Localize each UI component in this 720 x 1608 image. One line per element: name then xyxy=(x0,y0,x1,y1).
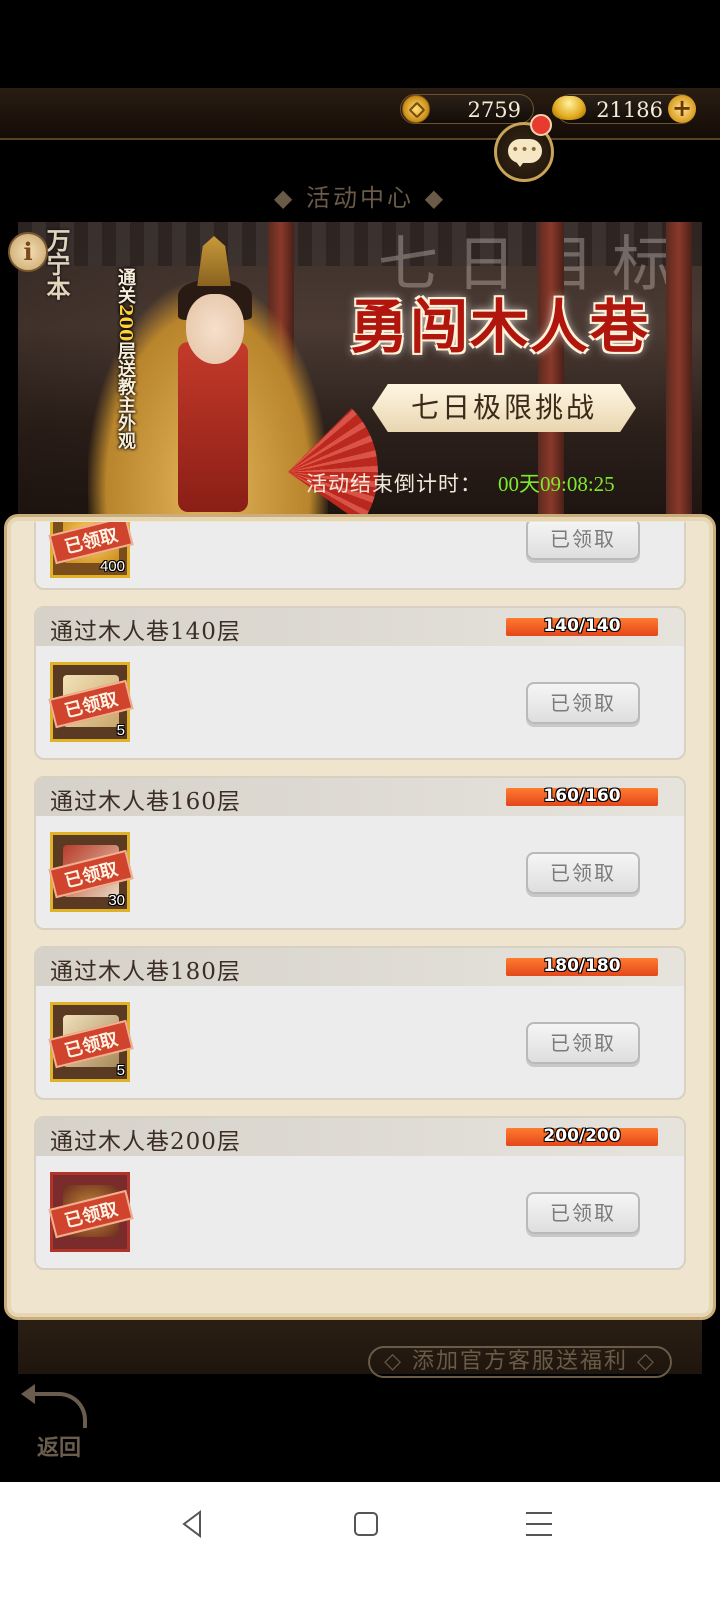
promo-vertical-text: 通关200层送教主外观 xyxy=(115,268,136,450)
task-progress-bar: 140/140 xyxy=(506,616,658,636)
back-label: 返回 xyxy=(36,1435,81,1461)
countdown-label: 活动结束倒计时： xyxy=(306,472,482,496)
reward-quantity: 30 xyxy=(108,892,125,909)
task-progress-bar: 200/200 xyxy=(506,1126,658,1146)
reward-item[interactable]: 已领取 xyxy=(48,1172,134,1252)
claimed-button[interactable]: 已领取 xyxy=(526,1022,640,1064)
screen: 2759 21186 + ••• ◆ 活动中心 ◆ 七日目标 万宁本 通关200… xyxy=(0,0,720,1608)
task-row: 通过木人巷200层 200/200 已领取 已领取 xyxy=(34,1116,686,1270)
task-row: 通过木人巷180层 180/180 已领取 5 已领取 xyxy=(34,946,686,1100)
reward-quantity: 400 xyxy=(99,558,125,575)
task-progress-bar: 180/180 xyxy=(506,956,658,976)
claimed-button[interactable]: 已领取 xyxy=(526,522,640,560)
reward-item[interactable]: 已领取 400 xyxy=(48,522,134,578)
task-header: 通过木人巷160层 160/160 xyxy=(36,778,684,816)
event-countdown: 活动结束倒计时： 00天09:08:25 xyxy=(306,468,636,498)
info-icon: i xyxy=(23,237,33,266)
chat-icon: ••• xyxy=(508,139,542,167)
back-arrow-icon xyxy=(21,1384,87,1428)
notification-dot xyxy=(530,114,552,136)
reward-item[interactable]: 已领取 5 xyxy=(48,662,134,742)
task-name: 通过木人巷200层 xyxy=(50,1129,241,1155)
task-name: 通过木人巷180层 xyxy=(50,959,241,985)
gold-ingot-icon xyxy=(552,96,586,120)
reward-quantity: 5 xyxy=(116,1062,125,1079)
task-list[interactable]: 已领取 400 已领取 通过木人巷140层 140/140 已领取 5 已领取 … xyxy=(30,522,690,1308)
task-progress-bar: 160/160 xyxy=(506,786,658,806)
reward-quantity: 5 xyxy=(116,722,125,739)
info-button[interactable]: i xyxy=(8,232,48,272)
coin-icon xyxy=(402,95,430,123)
event-subtitle: 七日极限挑战 xyxy=(410,391,597,424)
task-name: 通过木人巷160层 xyxy=(50,789,241,815)
event-title: 勇闯木人巷 xyxy=(349,293,650,361)
nav-menu-icon[interactable] xyxy=(526,1512,552,1536)
nav-home-icon[interactable] xyxy=(354,1512,378,1536)
countdown-value: 00天09:08:25 xyxy=(498,472,615,496)
task-row: 通过木人巷140层 140/140 已领取 5 已领取 xyxy=(34,606,686,760)
character-inner-robe xyxy=(178,342,248,512)
task-progress-text: 200/200 xyxy=(543,1126,621,1146)
task-header: 通过木人巷140层 140/140 xyxy=(36,608,684,646)
reward-item[interactable]: 已领取 30 xyxy=(48,832,134,912)
task-progress-text: 140/140 xyxy=(543,616,621,636)
add-currency-button[interactable]: + xyxy=(668,95,696,123)
system-nav-bar xyxy=(0,1482,720,1608)
nav-back-icon[interactable] xyxy=(180,1510,204,1538)
customer-service-banner[interactable]: ◇ 添加官方客服送福利 ◇ xyxy=(368,1346,672,1378)
task-row: 已领取 400 已领取 xyxy=(34,522,686,590)
reward-item[interactable]: 已领取 5 xyxy=(48,1002,134,1082)
temple-pillar xyxy=(666,222,692,522)
claimed-button[interactable]: 已领取 xyxy=(526,852,640,894)
claimed-button[interactable]: 已领取 xyxy=(526,1192,640,1234)
task-progress-text: 180/180 xyxy=(543,956,621,976)
back-button[interactable]: 返回 xyxy=(21,1384,94,1468)
task-header: 通过木人巷200层 200/200 xyxy=(36,1118,684,1156)
claimed-button[interactable]: 已领取 xyxy=(526,682,640,724)
section-title: ◆ 活动中心 ◆ xyxy=(273,184,447,212)
plus-icon: + xyxy=(671,94,693,122)
task-header: 通过木人巷180层 180/180 xyxy=(36,948,684,986)
task-name: 通过木人巷140层 xyxy=(50,619,241,645)
task-progress-text: 160/160 xyxy=(543,786,621,806)
task-row: 通过木人巷160层 160/160 已领取 30 已领取 xyxy=(34,776,686,930)
character-face xyxy=(186,294,244,364)
